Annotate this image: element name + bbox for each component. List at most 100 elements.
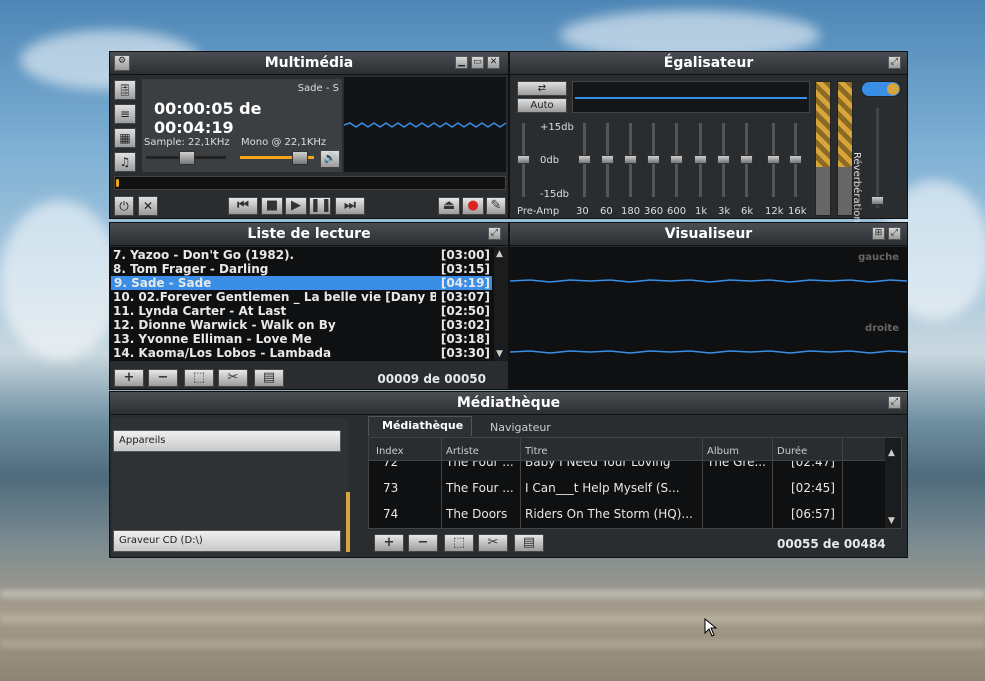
scroll-up-icon[interactable]: ▲ (496, 249, 503, 259)
eq-band-180[interactable] (624, 123, 637, 197)
library-add-button[interactable]: + (374, 534, 404, 552)
playlist-title: Liste de lecture (247, 226, 371, 242)
next-button[interactable]: ⏭ (335, 197, 365, 215)
eq-db-high: +15db (540, 122, 574, 133)
device-item[interactable]: Graveur CD (D:\) (113, 530, 341, 552)
reverb-toggle[interactable] (861, 81, 901, 97)
device-item[interactable]: Appareils (113, 430, 341, 452)
column-divider (842, 438, 843, 528)
column-header-duration[interactable]: Durée (777, 446, 807, 457)
column-divider (772, 438, 773, 528)
seek-bar[interactable] (114, 176, 506, 190)
playlist-item[interactable]: 10. 02.Forever Gentlemen _ La belle vie … (110, 290, 508, 304)
tab-label: Navigateur (490, 421, 551, 434)
eq-band-60[interactable] (601, 123, 614, 197)
record-button[interactable]: ● (462, 197, 484, 215)
table-header-overlay: Index Artiste Titre Album Durée (369, 438, 901, 461)
playlist-item[interactable]: 14. Kaoma/Los Lobos - Lambada [03:30] (110, 346, 508, 360)
playlist-scrollbar[interactable]: ▲ ▼ (494, 247, 508, 361)
track-display: Sade - S 00:00:05 de 00:04:19 Sample: 22… (142, 79, 342, 172)
eq-preset-button[interactable]: ⇄ (517, 81, 567, 96)
eq-band-30[interactable] (578, 123, 591, 197)
library-tools-button[interactable]: ✂ (478, 534, 508, 552)
column-header-title[interactable]: Titre (525, 446, 548, 457)
eject-button[interactable]: ⏏ (438, 197, 460, 215)
library-tab[interactable]: Navigateur (476, 419, 566, 436)
video-toggle-icon[interactable]: ▦ (114, 128, 136, 148)
eq-band-1k[interactable] (694, 123, 707, 197)
library-splitter[interactable] (346, 492, 350, 552)
settings-icon[interactable]: ⚙ (114, 55, 130, 71)
library-scrollbar[interactable]: ▲ ▼ (885, 438, 901, 528)
playlist-item[interactable]: 11. Lynda Carter - At Last [02:50] (110, 304, 508, 318)
table-row[interactable]: 74 The Doors Riders On The Storm (HQ)...… (369, 507, 885, 521)
scroll-up-icon[interactable]: ▲ (888, 448, 895, 458)
stop-button[interactable]: ■ (261, 197, 283, 215)
playlist-remove-button[interactable]: − (148, 369, 178, 387)
library-detach-button[interactable]: ⤢ (888, 396, 901, 409)
eq-auto-button[interactable]: Auto (517, 98, 567, 113)
visualizer-display: gauche droite (510, 247, 907, 389)
column-header-album[interactable]: Album (707, 446, 739, 457)
close-button[interactable]: ✕ (487, 56, 500, 69)
scroll-down-icon[interactable]: ▼ (888, 516, 895, 526)
playlist-count: 00009 de 00050 (377, 372, 486, 386)
effects-button[interactable]: ✎ (486, 197, 506, 215)
column-divider (702, 438, 703, 528)
eq-band-label: 16k (788, 206, 807, 217)
balance-slider[interactable] (146, 151, 226, 165)
library-remove-button[interactable]: − (408, 534, 438, 552)
column-header-index[interactable]: Index (376, 446, 404, 457)
preamp-slider[interactable] (517, 123, 530, 197)
visualizer-detach-button[interactable]: ⤢ (888, 227, 901, 240)
playlist-add-button[interactable]: + (114, 369, 144, 387)
playlist-detach-button[interactable]: ⤢ (488, 227, 501, 240)
eq-band-label: 180 (621, 206, 641, 217)
level-meter-left (815, 81, 831, 216)
table-row[interactable]: 73 The Four ... I Can___t Help Myself (S… (369, 481, 885, 495)
playlist-select-button[interactable]: ⬚ (184, 369, 214, 387)
restore-button[interactable]: ▭ (471, 56, 484, 69)
equalizer-toggle-icon[interactable]: 🎚 (114, 80, 136, 100)
waveform-display (344, 77, 506, 172)
library-toggle-icon[interactable]: ♫ (114, 152, 136, 172)
previous-button[interactable]: ⏮ (228, 197, 258, 215)
playlist-list: 7. Yazoo - Don't Go (1982). [03:00] 8. To… (110, 247, 508, 361)
eq-band-12k[interactable] (767, 123, 780, 197)
column-divider (520, 438, 521, 528)
library-title: Médiathèque (456, 395, 561, 411)
playlist-item[interactable]: 7. Yazoo - Don't Go (1982). [03:00] (110, 248, 508, 262)
eq-curve-display (572, 81, 810, 113)
eq-band-3k[interactable] (717, 123, 730, 197)
playlist-item[interactable]: 12. Dionne Warwick - Walk on By [03:02] (110, 318, 508, 332)
eq-band-6k[interactable] (740, 123, 753, 197)
time-display: 00:00:05 de 00:04:19 (154, 99, 262, 137)
power-icon[interactable]: ⏻ (114, 196, 134, 216)
pause-button[interactable]: ❚❚ (309, 197, 332, 215)
shuffle-icon[interactable]: ✕ (138, 196, 158, 216)
column-header-artist[interactable]: Artiste (446, 446, 479, 457)
eq-band-600[interactable] (670, 123, 683, 197)
visualizer-mode-button[interactable]: ⊞ (872, 227, 885, 240)
library-tab-active[interactable]: Médiathèque (368, 416, 472, 436)
playlist-toggle-icon[interactable]: ≡ (114, 104, 136, 124)
library-file-button[interactable]: ▤ (514, 534, 544, 552)
minimize-button[interactable]: ▁ (455, 56, 468, 69)
eq-band-label: 60 (600, 206, 613, 217)
play-button[interactable]: ▶ (285, 197, 307, 215)
equalizer-titlebar: Égalisateur (510, 52, 907, 75)
playlist-item[interactable]: 13. Yvonne Elliman - Love Me [03:18] (110, 332, 508, 346)
reverb-slider[interactable] (871, 108, 884, 208)
eq-band-16k[interactable] (789, 123, 802, 197)
playlist-file-button[interactable]: ▤ (254, 369, 284, 387)
playlist-item-selected[interactable]: 9. Sade - Sade [04:19] (111, 276, 492, 290)
mute-icon[interactable]: 🔊 (320, 150, 340, 168)
eq-band-360[interactable] (647, 123, 660, 197)
eq-detach-button[interactable]: ⤢ (888, 56, 901, 69)
library-select-button[interactable]: ⬚ (444, 534, 474, 552)
reverb-label: Réverbération (851, 152, 862, 223)
volume-slider[interactable] (240, 151, 314, 165)
playlist-tools-button[interactable]: ✂ (218, 369, 248, 387)
playlist-item[interactable]: 8. Tom Frager - Darling [03:15] (110, 262, 508, 276)
scroll-down-icon[interactable]: ▼ (496, 349, 503, 359)
